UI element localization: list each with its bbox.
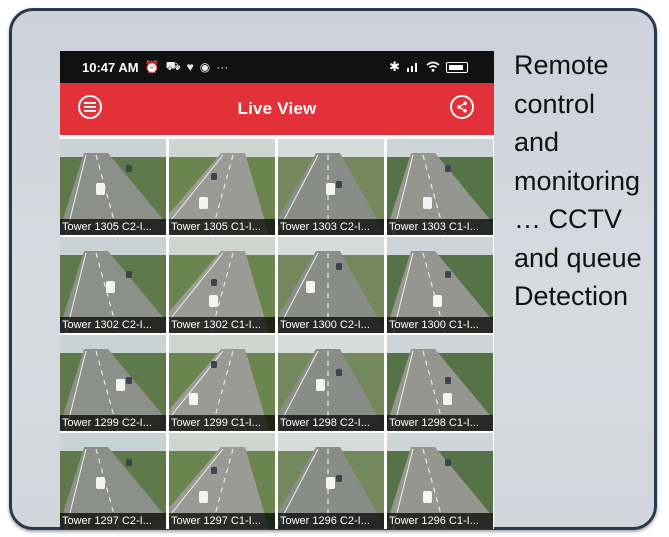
phone-screenshot: 10:47 AM ⏰ ⛟ ♥ ◉ ··· ✱ Live View Tower 1… (60, 51, 494, 529)
caption-line: and queue (514, 242, 642, 273)
camera-tile[interactable]: Tower 1305 C2-I... (60, 139, 166, 235)
car-icon: ⛟ (165, 59, 181, 73)
camera-label: Tower 1298 C2-I... (278, 415, 384, 431)
wifi-icon (426, 60, 440, 75)
caption-line: control (514, 88, 596, 119)
record-icon: ◉ (199, 60, 211, 74)
signal-icon (406, 60, 420, 75)
camera-label: Tower 1300 C1-I... (387, 317, 493, 333)
camera-label: Tower 1303 C1-I... (387, 219, 493, 235)
caption-line: and (514, 127, 560, 157)
camera-tile[interactable]: Tower 1302 C2-I... (60, 237, 166, 333)
camera-label: Tower 1305 C1-I... (169, 219, 275, 235)
camera-tile[interactable]: Tower 1299 C1-I... (169, 335, 275, 431)
camera-label: Tower 1300 C2-I... (278, 317, 384, 333)
caption-line: monitoring (514, 165, 641, 196)
bluetooth-icon: ✱ (389, 59, 400, 74)
camera-label: Tower 1299 C1-I... (169, 415, 275, 431)
camera-tile[interactable]: Tower 1303 C1-I... (387, 139, 493, 235)
camera-label: Tower 1299 C2-I... (60, 415, 166, 431)
slide-panel: 10:47 AM ⏰ ⛟ ♥ ◉ ··· ✱ Live View Tower 1… (9, 8, 657, 530)
heart-icon: ♥ (186, 60, 194, 74)
slide-caption: Remote control and monitoring … CCTV and… (514, 46, 664, 316)
app-bar: Live View (60, 83, 494, 135)
camera-tile[interactable]: Tower 1300 C1-I... (387, 237, 493, 333)
camera-label: Tower 1297 C1-I... (169, 513, 275, 529)
camera-label: Tower 1302 C1-I... (169, 317, 275, 333)
camera-tile[interactable]: Tower 1298 C2-I... (278, 335, 384, 431)
camera-tile[interactable]: Tower 1305 C1-I... (169, 139, 275, 235)
camera-tile[interactable]: Tower 1296 C2-I... (278, 433, 384, 529)
menu-icon[interactable] (78, 95, 102, 119)
status-bar: 10:47 AM ⏰ ⛟ ♥ ◉ ··· ✱ (60, 51, 494, 83)
alarm-icon: ⏰ (144, 60, 160, 74)
caption-line: … CCTV (514, 204, 622, 234)
camera-grid: Tower 1305 C2-I... Tower 1305 C1-I... Towe… (60, 139, 494, 529)
camera-label: Tower 1296 C2-I... (278, 513, 384, 529)
camera-tile[interactable]: Tower 1303 C2-I... (278, 139, 384, 235)
camera-tile[interactable]: Tower 1302 C1-I... (169, 237, 275, 333)
camera-label: Tower 1305 C2-I... (60, 219, 166, 235)
more-icon: ··· (216, 60, 229, 74)
camera-tile[interactable]: Tower 1298 C1-I... (387, 335, 493, 431)
camera-tile[interactable]: Tower 1297 C2-I... (60, 433, 166, 529)
camera-label: Tower 1298 C1-I... (387, 415, 493, 431)
camera-tile[interactable]: Tower 1297 C1-I... (169, 433, 275, 529)
caption-line: Remote (514, 50, 609, 80)
camera-tile[interactable]: Tower 1296 C1-I... (387, 433, 493, 529)
camera-label: Tower 1296 C1-I... (387, 513, 493, 529)
app-title: Live View (237, 99, 317, 118)
caption-line: Detection (514, 281, 629, 311)
camera-label: Tower 1302 C2-I... (60, 317, 166, 333)
camera-tile[interactable]: Tower 1300 C2-I... (278, 237, 384, 333)
battery-icon (446, 61, 468, 73)
share-icon[interactable] (450, 95, 474, 119)
status-time: 10:47 AM (82, 59, 139, 75)
camera-label: Tower 1303 C2-I... (278, 219, 384, 235)
camera-label: Tower 1297 C2-I... (60, 513, 166, 529)
camera-tile[interactable]: Tower 1299 C2-I... (60, 335, 166, 431)
